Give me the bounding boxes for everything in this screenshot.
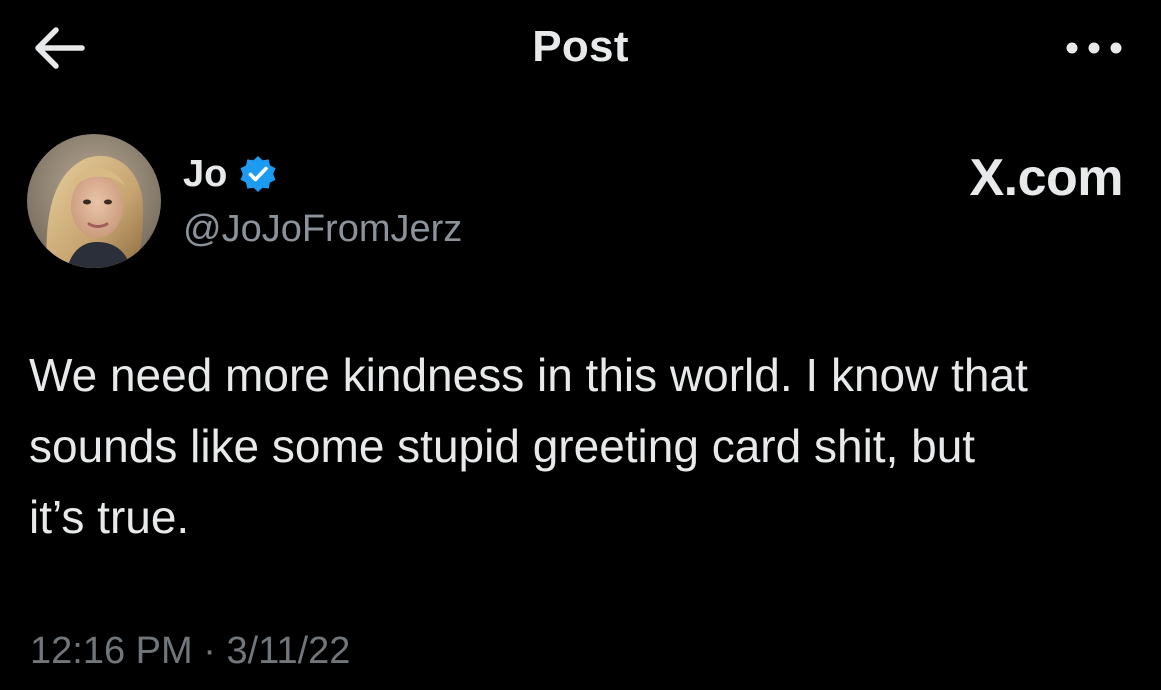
top-navigation-bar: Post (0, 0, 1161, 96)
more-dots-icon (1066, 42, 1122, 54)
brand-watermark: X.com (969, 149, 1123, 207)
verified-badge-icon (240, 156, 276, 192)
author-name[interactable]: Jo (183, 150, 227, 198)
author-avatar[interactable] (27, 134, 161, 268)
page-title: Post (532, 22, 629, 71)
more-options-button[interactable] (1060, 30, 1130, 66)
author-handle[interactable]: @JoJoFromJerz (183, 206, 462, 252)
meta-separator: · (192, 630, 227, 672)
profile-photo (27, 134, 161, 268)
post-date: 3/11/22 (226, 630, 351, 672)
post-time: 12:16 PM (30, 630, 193, 672)
post-body-text: We need more kindness in this world. I k… (29, 349, 1028, 543)
post-timestamp[interactable]: 12:16 PM · 3/11/22 (30, 628, 350, 674)
